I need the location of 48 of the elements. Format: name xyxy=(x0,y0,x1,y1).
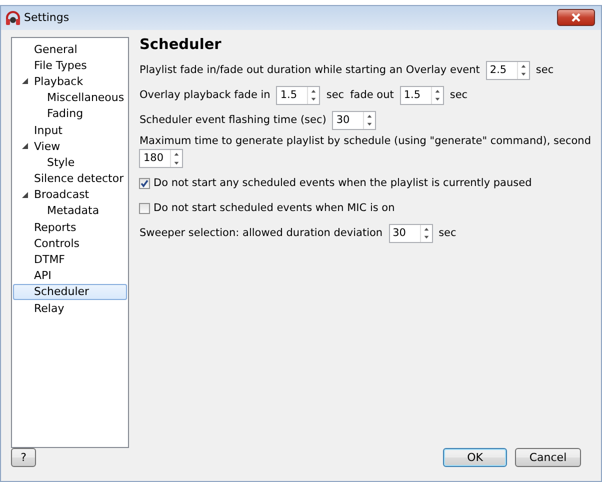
close-icon xyxy=(571,13,581,22)
ok-button[interactable]: OK xyxy=(443,448,507,466)
tree-item[interactable]: Miscellaneous xyxy=(13,90,128,106)
checkbox[interactable] xyxy=(139,178,150,188)
tree-item[interactable]: DTMF xyxy=(13,251,128,268)
field-label: Overlay playback fade in xyxy=(139,89,270,101)
section-heading: Scheduler xyxy=(139,37,222,53)
field-label: Maximum time to generate playlist by schedule (using "generate" command), second xyxy=(139,135,591,147)
number-spinner[interactable]: 1.5 xyxy=(276,86,320,104)
field-label: sec xyxy=(450,89,468,101)
field-label: sec xyxy=(536,64,554,76)
tree-item[interactable]: Style xyxy=(13,154,128,170)
tree-item[interactable]: Relay xyxy=(13,300,128,316)
tree-item[interactable]: View xyxy=(13,138,128,154)
number-spinner[interactable]: 30 xyxy=(388,224,433,242)
tree-item[interactable]: Metadata xyxy=(13,202,128,220)
field-label: sec xyxy=(438,227,456,239)
field-label: fade out xyxy=(350,89,394,101)
tree-item[interactable]: Controls xyxy=(13,235,128,252)
tree-item[interactable]: Scheduler xyxy=(13,284,128,300)
tree-item[interactable]: Input xyxy=(13,122,128,138)
close-button[interactable] xyxy=(557,9,595,26)
window-title: Settings xyxy=(24,11,70,24)
tree-item[interactable]: Broadcast xyxy=(13,186,128,203)
cancel-button[interactable]: Cancel xyxy=(515,448,581,466)
checkbox-label[interactable]: Do not start scheduled events when MIC is on xyxy=(153,202,395,214)
number-spinner[interactable]: 1.5 xyxy=(400,86,444,104)
tree-item[interactable]: Reports xyxy=(13,219,128,236)
tree-item[interactable]: File Types xyxy=(13,57,128,74)
checkbox[interactable] xyxy=(139,202,150,214)
expand-arrow-icon[interactable] xyxy=(22,78,28,84)
field-label: sec xyxy=(326,89,344,101)
tree-item[interactable]: General xyxy=(13,41,128,58)
headphones-icon xyxy=(5,10,21,26)
tree-item[interactable]: Playback xyxy=(13,73,128,90)
tree-item[interactable]: Fading xyxy=(13,106,128,122)
help-button[interactable]: ? xyxy=(11,448,36,466)
expand-arrow-icon[interactable] xyxy=(22,143,28,150)
number-spinner[interactable]: 30 xyxy=(332,110,376,130)
tree-item[interactable]: Silence detector xyxy=(13,170,128,187)
expand-arrow-icon[interactable] xyxy=(22,192,28,198)
field-label: Scheduler event flashing time (sec) xyxy=(139,114,326,126)
checkbox-label[interactable]: Do not start any scheduled events when the playlist is currently paused xyxy=(153,177,532,189)
number-spinner[interactable]: 2.5 xyxy=(486,60,530,80)
field-label: Sweeper selection: allowed duration deviation xyxy=(139,227,383,239)
tree-item[interactable]: API xyxy=(13,268,128,284)
field-label: Playlist fade in/fade out duration while starting an Overlay event xyxy=(139,64,480,76)
number-spinner[interactable]: 180 xyxy=(139,149,184,168)
